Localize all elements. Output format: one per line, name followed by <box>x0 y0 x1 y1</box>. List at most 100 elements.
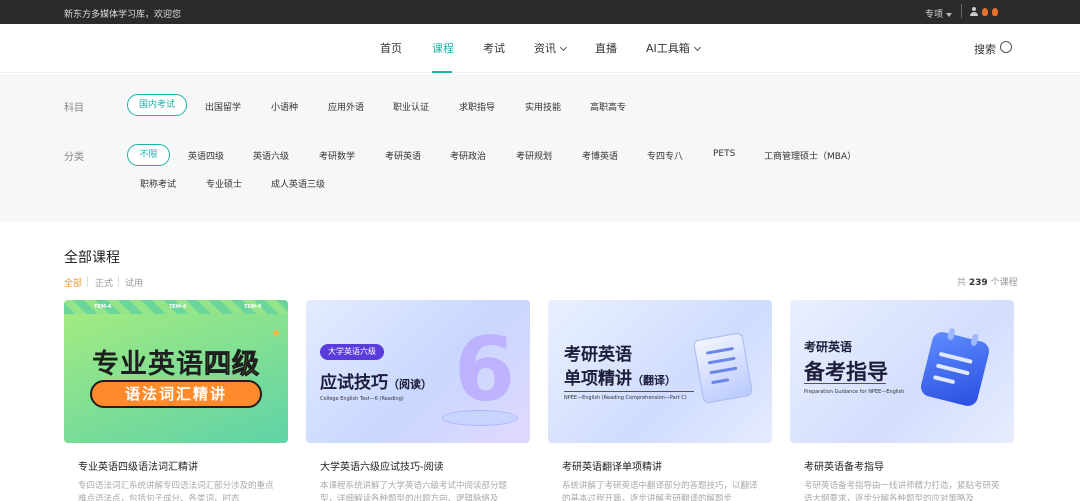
category-option[interactable]: PETS <box>713 149 735 159</box>
subject-option[interactable]: 职业认证 <box>393 100 429 113</box>
tab-official[interactable]: 正式 <box>95 276 113 289</box>
course-card[interactable]: 6 大学英语六级 应试技巧（阅读） College English Test—6… <box>306 300 530 501</box>
category-option[interactable]: 考研英语 <box>385 149 421 162</box>
caret-down-icon <box>946 12 953 17</box>
category-option[interactable]: 专四专八 <box>647 149 683 162</box>
course-description: 专四语法词汇系统讲解专四语法词汇部分涉及的重点难点语法点，包括句子成分、各类词、… <box>78 481 274 501</box>
sparkle-icon: ✦ <box>270 326 282 342</box>
nav-item-home[interactable]: 首页 <box>380 40 402 56</box>
course-cover[interactable]: TEM-4 TEM-4 TEM-4 专业英语四级 语法词汇精讲 ✦ <box>64 300 288 443</box>
special-dropdown[interactable]: 专项 <box>925 7 953 20</box>
cover-headline: 专业英语四级 <box>92 342 260 381</box>
course-description: 系统讲解了考研英语中翻译部分的答题技巧，以翻译的基本过程开篇，逐步讲解考研翻译的… <box>562 481 758 501</box>
category-option[interactable]: 工商管理硕士（MBA） <box>764 149 856 162</box>
category-option-selected[interactable]: 不限 <box>127 144 170 166</box>
subject-option[interactable]: 高职高专 <box>590 100 626 113</box>
course-title[interactable]: 考研英语翻译单项精讲 <box>562 458 662 473</box>
chevron-down-icon <box>559 43 568 52</box>
subject-option[interactable]: 小语种 <box>271 100 298 113</box>
flame-icon[interactable] <box>982 8 988 16</box>
cover-subtitle: NPEE—English (Reading Comprehension—Part… <box>564 395 687 401</box>
cover-title: 应试技巧（阅读） <box>320 368 432 393</box>
tab-divider <box>87 276 88 287</box>
cover-podium <box>442 410 518 426</box>
special-label: 专项 <box>925 10 944 20</box>
cover-line2-sub: （翻译） <box>632 374 676 387</box>
cover-subtitle: Preparation Guidance for NPEE—English <box>804 389 905 395</box>
count-prefix: 共 <box>957 278 967 288</box>
subject-option[interactable]: 求职指导 <box>459 100 495 113</box>
course-card[interactable]: 考研英语 备考指导 Preparation Guidance for NPEE—… <box>790 300 1014 501</box>
divider <box>961 4 962 18</box>
section-title: 全部课程 <box>64 250 120 266</box>
course-cover[interactable]: 6 大学英语六级 应试技巧（阅读） College English Test—6… <box>306 300 530 443</box>
subject-label: 科目 <box>64 103 84 114</box>
nav-item-news-label: 资讯 <box>534 42 556 55</box>
course-title[interactable]: 大学英语六级应试技巧-阅读 <box>320 458 444 473</box>
cover-headline-b: 四级 <box>204 349 260 381</box>
cover-title-main: 应试技巧 <box>320 373 388 393</box>
course-card[interactable]: 考研英语 单项精讲（翻译） NPEE—English (Reading Comp… <box>548 300 772 501</box>
cover-tem-label: TEM-4 <box>244 304 262 310</box>
subject-option[interactable]: 应用外语 <box>328 100 364 113</box>
course-description: 考研英语备考指导由一线讲师精力打造，紧贴考研英语大纲要求，逐步分解各种题型的应对… <box>804 481 1000 501</box>
category-option[interactable]: 考研规划 <box>516 149 552 162</box>
nav-item-ai-tools-label: AI工具箱 <box>646 42 690 55</box>
cover-subtitle: College English Test—6 (Reading) <box>320 396 404 402</box>
active-nav-indicator <box>432 71 452 73</box>
count-value: 239 <box>968 278 988 288</box>
subject-option[interactable]: 出国留学 <box>205 100 241 113</box>
cover-title-sub: （阅读） <box>388 378 432 391</box>
cover-headline-a: 专业英语 <box>92 349 204 380</box>
cover-divider <box>804 383 886 384</box>
count-suffix: 个课程 <box>990 278 1018 288</box>
cover-numeral: 6 <box>454 318 516 421</box>
category-option[interactable]: 专业硕士 <box>206 177 242 190</box>
cover-divider <box>564 391 694 392</box>
course-title[interactable]: 专业英语四级语法词汇精讲 <box>78 458 198 473</box>
course-description: 本课程系统讲解了大学英语六级考试中阅读部分题型，详细解读各种题型的出题方向、逻辑… <box>320 481 508 501</box>
welcome-text: 新东方多媒体学习库，欢迎您 <box>64 10 182 20</box>
tab-trial[interactable]: 试用 <box>125 276 143 289</box>
category-option[interactable]: 英语六级 <box>253 149 289 162</box>
cover-line2: 备考指导 <box>804 360 888 384</box>
subject-option[interactable]: 实用技能 <box>525 100 561 113</box>
cover-line1: 考研英语 <box>804 340 853 354</box>
chevron-down-icon <box>693 43 701 52</box>
user-icon[interactable] <box>970 7 978 17</box>
cover-line1: 考研英语 <box>564 345 632 365</box>
nav-item-live[interactable]: 直播 <box>595 40 617 56</box>
category-option[interactable]: 英语四级 <box>188 149 224 162</box>
top-bar: 新东方多媒体学习库，欢迎您 专项 <box>0 0 1080 24</box>
course-count: 共 239 个课程 <box>957 275 1018 288</box>
course-card[interactable]: TEM-4 TEM-4 TEM-4 专业英语四级 语法词汇精讲 ✦ 专业英语四级… <box>64 300 288 501</box>
search-label[interactable]: 搜索 <box>974 41 996 57</box>
category-label: 分类 <box>64 152 84 163</box>
category-option[interactable]: 考研数学 <box>319 149 355 162</box>
nav-item-exams[interactable]: 考试 <box>483 40 505 56</box>
cover-banner: 语法词汇精讲 <box>90 380 262 408</box>
document-icon <box>692 332 754 404</box>
category-option[interactable]: 成人英语三级 <box>271 177 325 190</box>
category-option[interactable]: 职称考试 <box>140 177 176 190</box>
checklist-icon <box>918 327 992 409</box>
tab-divider <box>118 276 119 287</box>
search-icon[interactable] <box>1000 41 1012 53</box>
course-cover[interactable]: 考研英语 单项精讲（翻译） NPEE—English (Reading Comp… <box>548 300 772 443</box>
nav-item-news[interactable]: 资讯 <box>534 40 568 56</box>
course-cover[interactable]: 考研英语 备考指导 Preparation Guidance for NPEE—… <box>790 300 1014 443</box>
course-title[interactable]: 考研英语备考指导 <box>804 458 884 473</box>
flame-icon[interactable] <box>992 8 998 16</box>
tab-all[interactable]: 全部 <box>64 276 82 289</box>
main-nav: 首页 课程 考试 资讯 直播 AI工具箱 搜索 <box>0 24 1080 73</box>
nav-item-courses[interactable]: 课程 <box>432 40 454 56</box>
filter-panel: 科目 国内考试 出国留学 小语种 应用外语 职业认证 求职指导 实用技能 高职高… <box>0 74 1080 222</box>
cover-tag: 大学英语六级 <box>320 344 384 360</box>
subject-option-selected[interactable]: 国内考试 <box>127 94 187 116</box>
cover-tem-label: TEM-4 <box>169 304 187 310</box>
cover-tem-label: TEM-4 <box>94 304 112 310</box>
nav-item-ai-tools[interactable]: AI工具箱 <box>646 40 701 56</box>
cover-line2-main: 单项精讲 <box>564 369 632 389</box>
category-option[interactable]: 考博英语 <box>582 149 618 162</box>
category-option[interactable]: 考研政治 <box>450 149 486 162</box>
